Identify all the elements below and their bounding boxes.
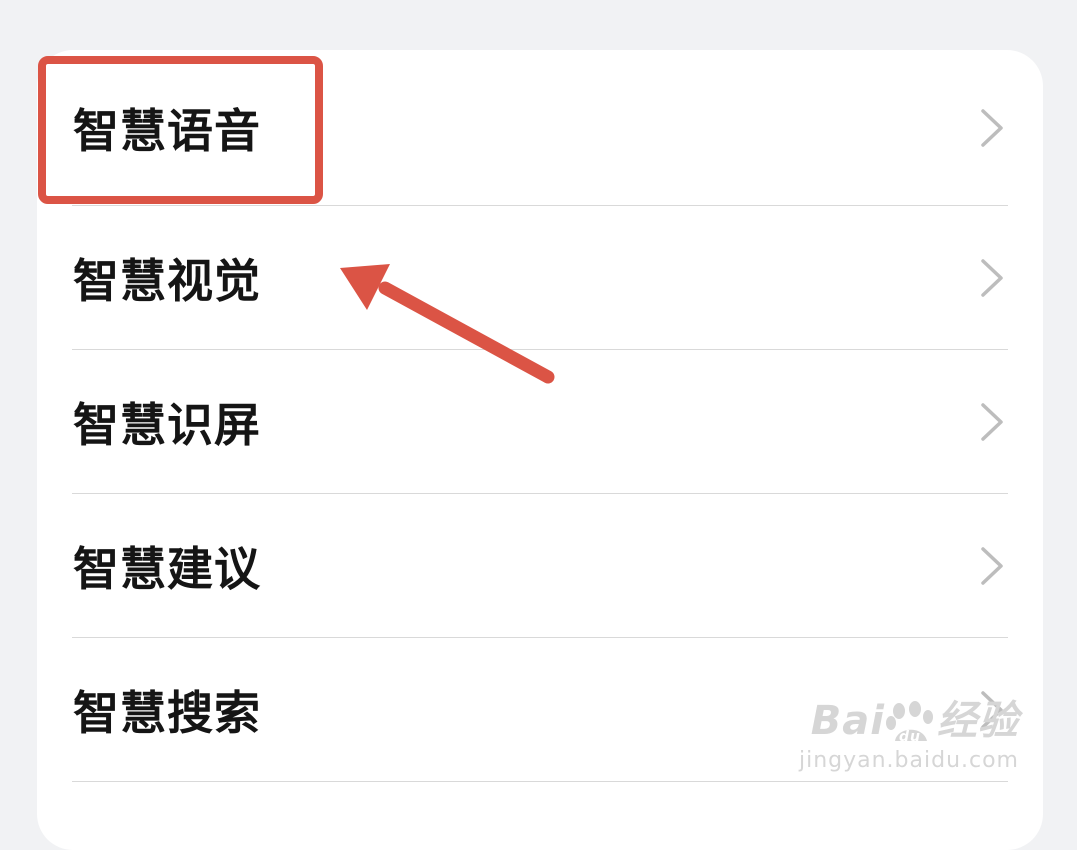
watermark-logo-text: Bai — [810, 698, 885, 744]
baidu-jingyan-watermark: Bai du 经验 jingyan.baidu.com — [799, 688, 1019, 773]
watermark-url: jingyan.baidu.com — [798, 748, 1019, 773]
paw-icon: du — [886, 701, 933, 745]
svg-text:du: du — [899, 729, 921, 745]
annotation-arrow-icon — [340, 264, 555, 384]
watermark-logo-text-2: 经验 — [937, 698, 1019, 744]
watermark-logo: Bai du 经验 — [799, 688, 1019, 746]
